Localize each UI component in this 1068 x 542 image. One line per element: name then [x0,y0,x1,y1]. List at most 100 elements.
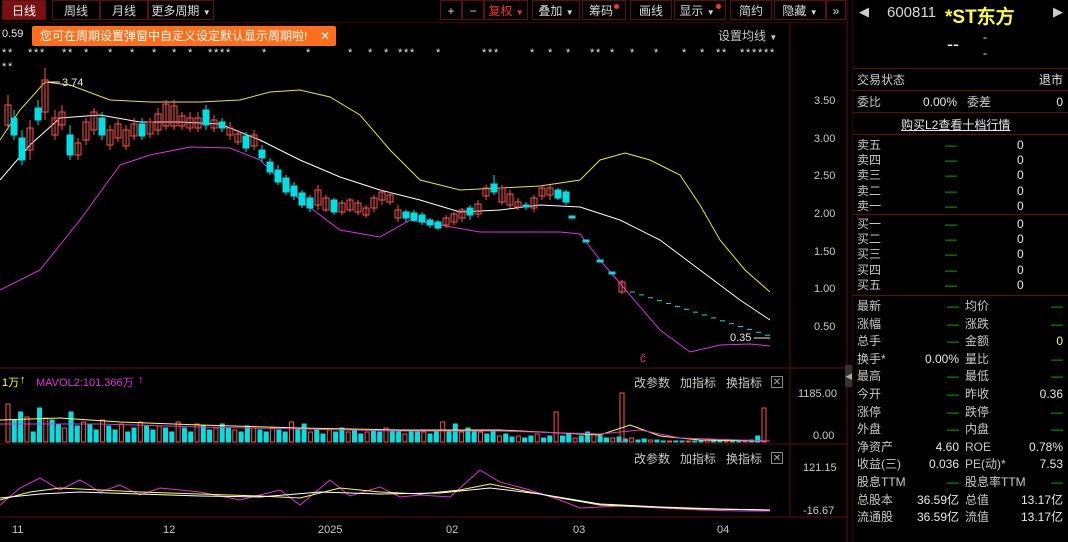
volume-bar [62,427,68,443]
stat-label: 股息率TTM [965,475,1026,489]
signal-star-icon: * [530,47,535,59]
volume-bar [509,436,515,443]
date-label: 04 [717,524,730,536]
ind-switch-indicator-button[interactable]: 换指标 [726,450,762,467]
date-label: 12 [163,524,176,536]
order-book-row[interactable]: 卖二 — 0 [853,184,1068,199]
volume-bar [169,431,175,443]
vol-close-icon[interactable]: ✕ [771,376,783,388]
indicator-line-yellow [0,483,771,511]
vol-switch-indicator-button[interactable]: 换指标 [726,374,762,391]
order-book-row[interactable]: 买五 — 0 [853,278,1068,293]
volume-bar [528,435,534,443]
order-price: — [945,262,957,277]
volume-bar [106,425,112,443]
order-book-row[interactable]: 买二 — 0 [853,232,1068,247]
volume-bar [207,429,213,443]
stat-value: 4.60 [935,439,959,454]
stat-value: — [947,404,959,419]
candle-body [218,121,226,129]
order-book-row[interactable]: 买三 — 0 [853,247,1068,262]
volume-bar [553,411,559,443]
stat-value: 7.53 [1039,457,1063,472]
price-axis-label: 1.00 [814,283,836,295]
volume-bar [282,431,288,443]
signal-star-icon: * [488,47,493,59]
signal-star-icon: * [410,47,415,59]
volume-legend-up-arrow-icon: ↑ [138,374,144,386]
stat-row: 涨幅 — 涨跌 — [853,316,1068,332]
order-level-label: 买四 [857,262,882,277]
volume-bar [578,435,584,443]
order-level-label: 卖二 [857,183,882,198]
signal-star-icon: * [682,47,687,59]
order-book-row[interactable]: 卖五 — 0 [853,138,1068,153]
ma-line-magenta [0,146,771,353]
volume-up-arrow-icon: ↑ [20,374,26,386]
volume-bar [635,439,641,443]
volume-bar [736,440,742,443]
order-level-label: 买五 [857,277,882,292]
signal-star-icon: * [2,61,7,73]
volume-bar [74,425,80,443]
volume-bar [572,437,578,443]
forward-icon[interactable]: ▶ [1053,4,1063,20]
ind-close-icon[interactable]: ✕ [771,452,783,464]
volume-bar [112,429,118,443]
volume-bar [440,421,446,443]
volume-bar [55,423,61,443]
signal-star-icon: * [764,47,769,59]
indicator-axis-bottom: -16.67 [803,505,835,517]
stat-row: 最新 — 均价 — [853,298,1068,314]
vol-param-button[interactable]: 改参数 [634,374,670,391]
stat-label: 量比 [965,351,990,366]
ma-line-yellow [0,81,771,293]
volume-bar [370,429,376,443]
signal-star-icon: * [214,47,219,59]
candle-body [66,134,74,156]
stat-label: 总股本 [857,492,894,507]
order-level-label: 卖五 [857,138,882,152]
vol-add-indicator-button[interactable]: 加指标 [680,374,716,391]
volume-bar [402,433,408,443]
candle-body [608,271,616,275]
volume-bar [320,433,326,443]
volume-bar [446,429,452,443]
ind-param-button[interactable]: 改参数 [634,450,670,467]
volume-bar [459,431,465,443]
candle-body [298,192,306,206]
volume-bar [213,427,219,443]
l2-quote-link[interactable]: 购买L2查看十档行情 [901,116,1010,133]
order-book-row[interactable]: 买一 — 0 [853,217,1068,232]
volume-bar [660,440,666,443]
stat-row: 外盘 — 内盘 — [853,421,1068,437]
stat-value: — [947,387,959,401]
volume-bar [358,433,364,443]
stat-value: 13.17亿 [1020,492,1063,507]
stat-label: 最高 [857,369,882,384]
event-marker-icon[interactable]: ĉ [640,351,646,365]
stock-code: 600811 [887,4,936,21]
volume-bar [515,435,521,443]
signal-star-icon: * [2,47,7,59]
order-book-row[interactable]: 卖一 — 0 [853,199,1068,214]
high-price-label: 3.74 [62,77,83,89]
order-price: — [945,232,957,247]
kline-chart[interactable]: * * * * * * * * * * * * * * * * * * * * * * * * * * * * * * * * * * * * * * * *… [0,0,848,542]
ind-add-indicator-button[interactable]: 加指标 [680,450,716,467]
candle-body [282,177,290,193]
candle-body [306,197,314,209]
volume-bar [761,407,767,443]
stock-name: *ST东方 [945,7,1015,28]
order-book-row[interactable]: 买四 — 0 [853,263,1068,278]
volume-axis-bottom: 0.00 [813,430,835,442]
order-price: — [945,168,957,183]
order-price: — [945,198,957,213]
back-icon[interactable]: ◀ [859,4,869,20]
stat-label: 总值 [965,492,990,507]
volume-bar [559,435,565,443]
candle-body [466,207,474,216]
order-book-row[interactable]: 卖三 — 0 [853,168,1068,183]
order-book-row[interactable]: 卖四 — 0 [853,153,1068,168]
signal-star-icon: * [716,47,721,59]
